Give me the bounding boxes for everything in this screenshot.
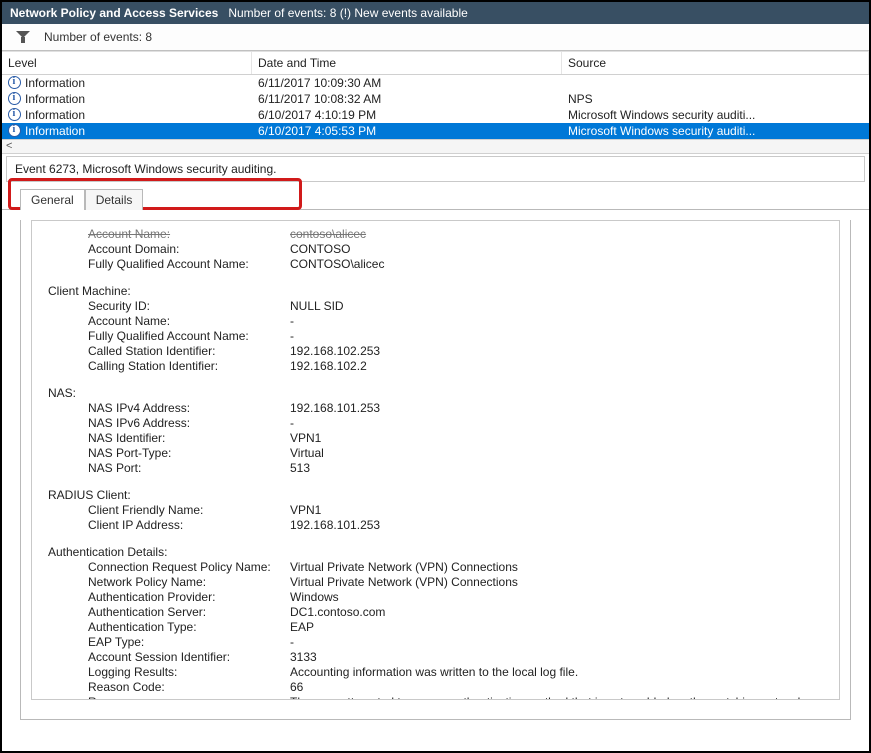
label: Fully Qualified Account Name: — [40, 257, 290, 272]
value: - — [290, 329, 831, 344]
label: EAP Type: — [40, 635, 290, 650]
value: contoso\alicec — [290, 227, 831, 242]
horizontal-scrollbar[interactable]: < — [2, 139, 869, 154]
value: Windows — [290, 590, 831, 605]
col-level[interactable]: Level — [2, 52, 252, 74]
cell-source: NPS — [562, 91, 869, 107]
info-icon — [8, 76, 21, 89]
cell-datetime: 6/10/2017 4:10:19 PM — [252, 107, 562, 123]
filter-icon[interactable] — [16, 31, 30, 43]
cell-source: Microsoft Windows security auditi... — [562, 123, 869, 139]
value: - — [290, 314, 831, 329]
label: Security ID: — [40, 299, 290, 314]
cell-datetime: 6/11/2017 10:08:32 AM — [252, 91, 562, 107]
title-subtext: Number of events: 8 (!) New events avail… — [228, 6, 467, 20]
section-title: NAS: — [40, 386, 831, 401]
label: NAS Port-Type: — [40, 446, 290, 461]
value: Accounting information was written to th… — [290, 665, 831, 680]
value: Virtual — [290, 446, 831, 461]
cell-level: Information — [25, 108, 85, 122]
event-grid: Level Date and Time Source Information 6… — [2, 51, 869, 154]
table-row[interactable]: Information 6/10/2017 4:05:53 PM Microso… — [2, 123, 869, 139]
label: NAS IPv6 Address: — [40, 416, 290, 431]
tab-strip: General Details — [2, 182, 869, 210]
value: 66 — [290, 680, 831, 695]
label: Connection Request Policy Name: — [40, 560, 290, 575]
label: Calling Station Identifier: — [40, 359, 290, 374]
tab-general[interactable]: General — [20, 189, 85, 210]
label: Fully Qualified Account Name: — [40, 329, 290, 344]
value: 192.168.101.253 — [290, 518, 831, 533]
value: 192.168.101.253 — [290, 401, 831, 416]
value: DC1.contoso.com — [290, 605, 831, 620]
label: Account Session Identifier: — [40, 650, 290, 665]
label: Authentication Type: — [40, 620, 290, 635]
detail-text[interactable]: Account Name:contoso\alicec Account Doma… — [31, 220, 840, 700]
value: EAP — [290, 620, 831, 635]
value: 192.168.102.253 — [290, 344, 831, 359]
label: Authentication Provider: — [40, 590, 290, 605]
filter-bar: Number of events: 8 — [2, 24, 869, 51]
table-row[interactable]: Information 6/11/2017 10:08:32 AM NPS — [2, 91, 869, 107]
label: Called Station Identifier: — [40, 344, 290, 359]
label: Account Domain: — [40, 242, 290, 257]
label: Client IP Address: — [40, 518, 290, 533]
cell-source — [562, 82, 869, 84]
value: VPN1 — [290, 503, 831, 518]
label: NAS Identifier: — [40, 431, 290, 446]
label: Account Name: — [40, 314, 290, 329]
info-icon — [8, 92, 21, 105]
info-icon — [8, 124, 21, 137]
section-title: Client Machine: — [40, 284, 831, 299]
title-text: Network Policy and Access Services — [10, 6, 218, 20]
label: Reason Code: — [40, 680, 290, 695]
value: - — [290, 635, 831, 650]
cell-datetime: 6/11/2017 10:09:30 AM — [252, 75, 562, 91]
info-icon — [8, 108, 21, 121]
value: The user attempted to use an authenticat… — [290, 695, 831, 700]
section-title: RADIUS Client: — [40, 488, 831, 503]
label: Reason: — [40, 695, 290, 700]
cell-level: Information — [25, 76, 85, 90]
value: 513 — [290, 461, 831, 476]
event-count-label: Number of events: 8 — [44, 30, 152, 44]
value: Virtual Private Network (VPN) Connection… — [290, 575, 831, 590]
value: NULL SID — [290, 299, 831, 314]
title-bar: Network Policy and Access Services Numbe… — [2, 2, 869, 24]
cell-level: Information — [25, 124, 85, 138]
label: Logging Results: — [40, 665, 290, 680]
section-title: Authentication Details: — [40, 545, 831, 560]
col-source[interactable]: Source — [562, 52, 869, 74]
value: 192.168.102.2 — [290, 359, 831, 374]
table-row[interactable]: Information 6/10/2017 4:10:19 PM Microso… — [2, 107, 869, 123]
value: VPN1 — [290, 431, 831, 446]
label: Account Name: — [40, 227, 290, 242]
grid-header[interactable]: Level Date and Time Source — [2, 52, 869, 75]
cell-datetime: 6/10/2017 4:05:53 PM — [252, 123, 562, 139]
detail-pane: Account Name:contoso\alicec Account Doma… — [20, 220, 851, 720]
label: Client Friendly Name: — [40, 503, 290, 518]
label: NAS Port: — [40, 461, 290, 476]
cell-source: Microsoft Windows security auditi... — [562, 107, 869, 123]
value: CONTOSO\alicec — [290, 257, 831, 272]
table-row[interactable]: Information 6/11/2017 10:09:30 AM — [2, 75, 869, 91]
value: CONTOSO — [290, 242, 831, 257]
cell-level: Information — [25, 92, 85, 106]
value: - — [290, 416, 831, 431]
event-header: Event 6273, Microsoft Windows security a… — [6, 156, 865, 182]
value: 3133 — [290, 650, 831, 665]
label: Authentication Server: — [40, 605, 290, 620]
tab-details[interactable]: Details — [85, 189, 144, 210]
value: Virtual Private Network (VPN) Connection… — [290, 560, 831, 575]
label: NAS IPv4 Address: — [40, 401, 290, 416]
label: Network Policy Name: — [40, 575, 290, 590]
col-datetime[interactable]: Date and Time — [252, 52, 562, 74]
